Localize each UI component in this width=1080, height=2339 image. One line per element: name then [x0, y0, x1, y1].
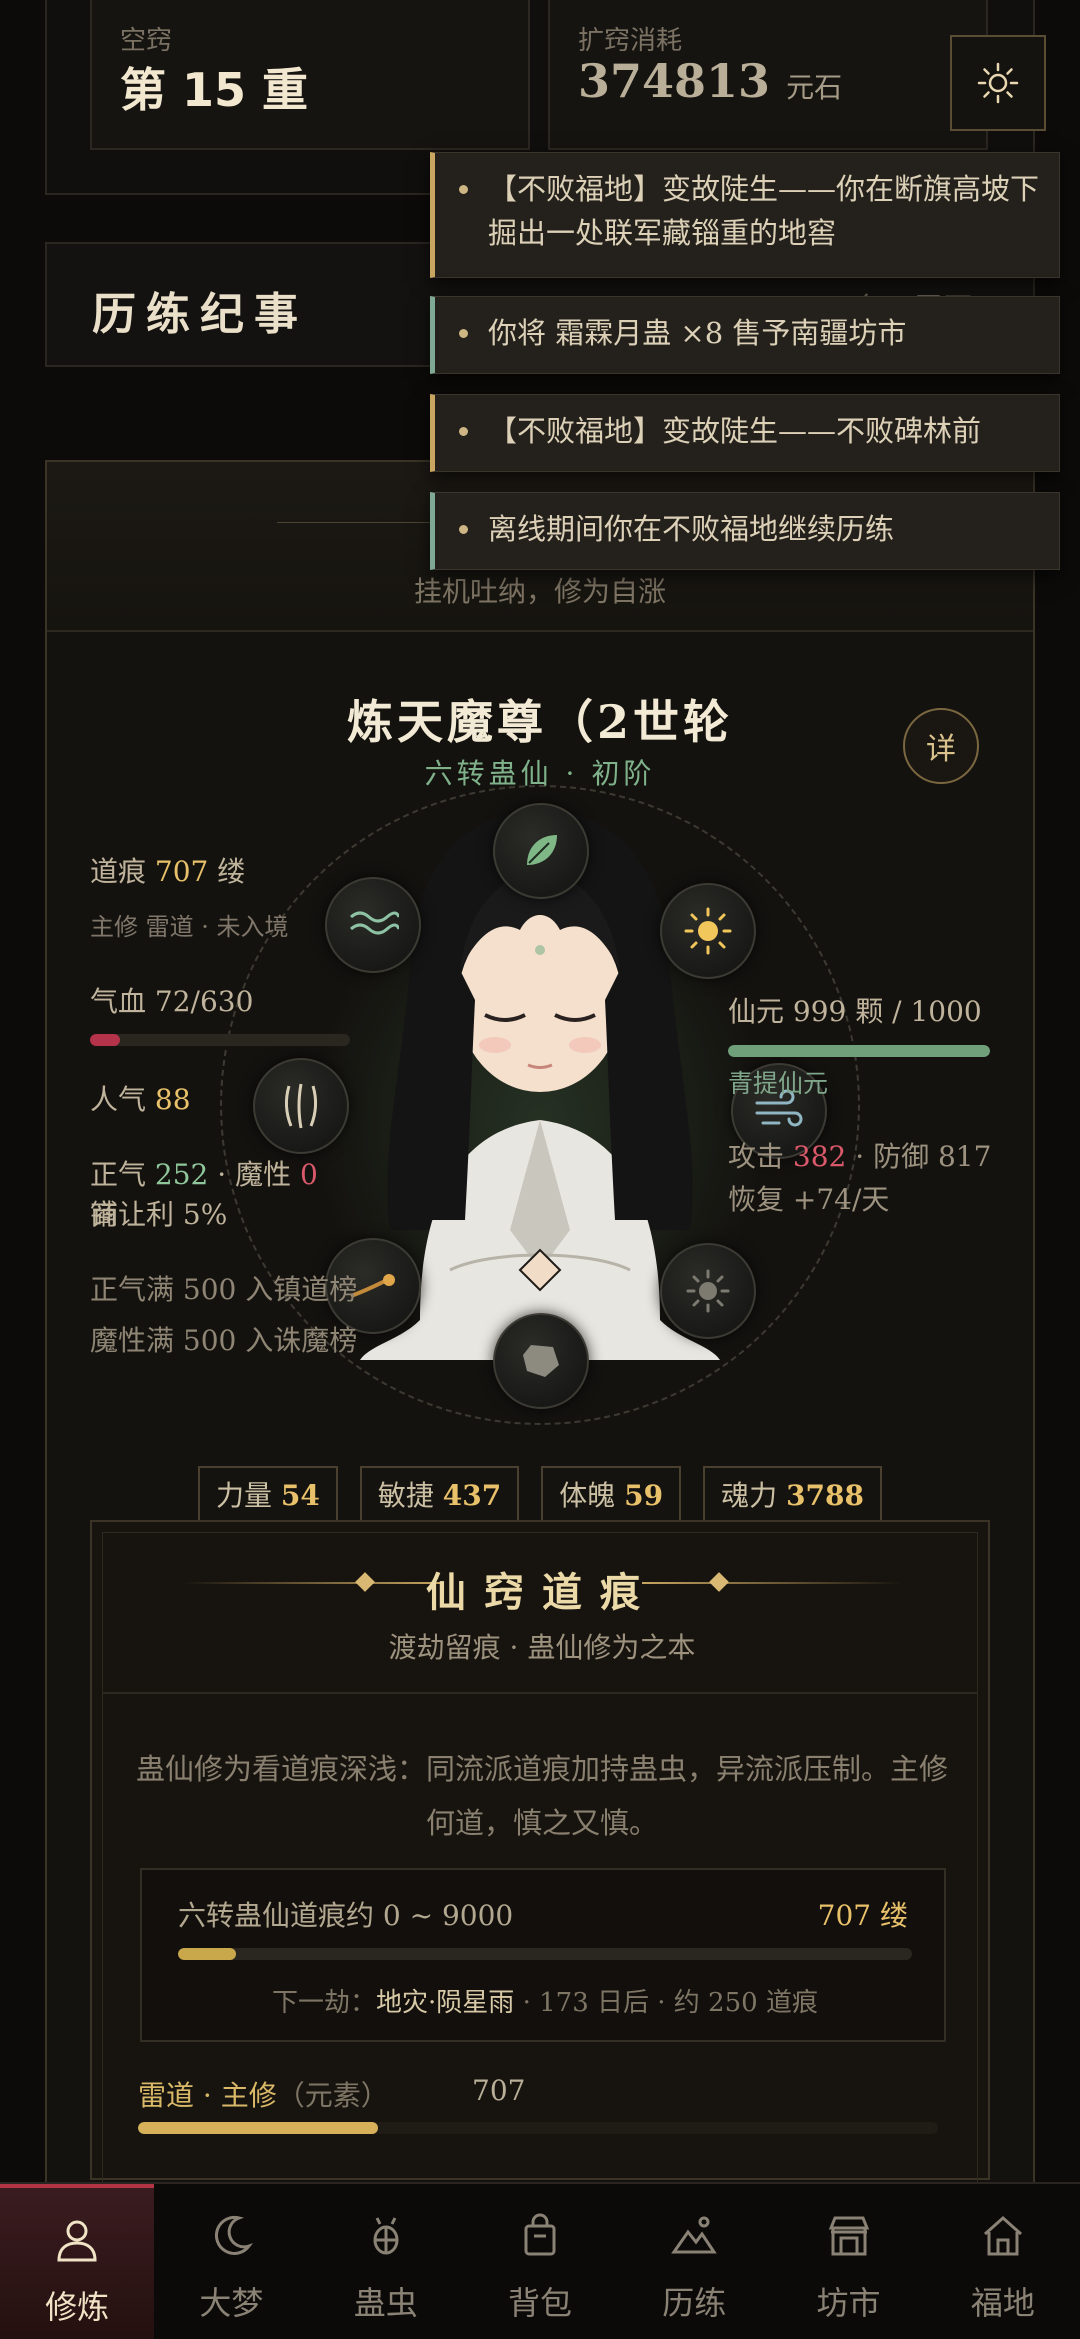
essence-name: 青提仙元: [728, 1069, 829, 1098]
dao-range-bar: [178, 1948, 912, 1960]
dao-range-box: 六转蛊仙道痕约 0 ~ 9000 707 缕 下一劫：地灾·陨星雨 · 173 …: [140, 1868, 946, 2042]
dao-range-bar-fill: [178, 1948, 236, 1960]
water-orb[interactable]: [325, 877, 421, 973]
recover-stat: 恢复 +74/天: [728, 1183, 890, 1216]
attr-strength: 力量 54: [197, 1466, 338, 1522]
settings-button[interactable]: [950, 35, 1046, 131]
nav-cultivate[interactable]: 修炼: [0, 2184, 155, 2339]
dao-range-label: 六转蛊仙道痕约 0 ~ 9000: [178, 1899, 514, 1932]
expand-cost-label: 扩窍消耗: [578, 26, 683, 56]
attr-constitution: 体魄 59: [541, 1466, 682, 1522]
toast-3[interactable]: 【不败福地】变故陡生——不败碑林前: [430, 394, 1060, 472]
gear-orb[interactable]: [660, 1243, 756, 1339]
nav-blessed-land[interactable]: 福地: [926, 2184, 1080, 2339]
claw-orb[interactable]: [253, 1058, 349, 1154]
main-path-stat: 主修 雷道 · 未入境: [90, 913, 289, 941]
toast-2[interactable]: 你将 霜霖月蛊 ×8 售予南疆坊市: [430, 296, 1060, 374]
claw-icon: [284, 1083, 318, 1129]
detail-button[interactable]: 详: [903, 708, 979, 784]
next-tribulation: 下一劫：地灾·陨星雨 · 173 日后 · 约 250 道痕: [272, 1988, 818, 2018]
attribute-row: 力量 54 敏捷 437 体魄 59 魂力 3788: [0, 1466, 1080, 1522]
dao-range-value: 707 缕: [817, 1899, 908, 1932]
dao-mark-section: 仙窍道痕 渡劫留痕 · 蛊仙修为之本 蛊仙修为看道痕深浅：同流派道痕加持蛊虫，异…: [90, 1520, 990, 2188]
home-icon: [983, 2215, 1022, 2256]
dim-sun-icon: [686, 1269, 730, 1313]
stone-icon: [523, 1345, 559, 1377]
chronicle-title: 历练纪事: [92, 289, 308, 340]
expand-cost-value: 374813 元石: [578, 54, 843, 108]
hp-stat: 气血 72/630: [90, 985, 254, 1018]
bag-icon: [524, 2213, 556, 2256]
aperture-value: 第 15 重: [120, 63, 309, 117]
sun-icon: [977, 62, 1019, 104]
path-value: 707: [472, 2074, 526, 2107]
nav-explore[interactable]: 历练: [617, 2184, 771, 2339]
nav-gu[interactable]: 蛊虫: [309, 2184, 463, 2339]
essence-bar-fill: [728, 1045, 990, 1057]
nav-dream[interactable]: 大梦: [154, 2184, 308, 2339]
leaf-orb[interactable]: [493, 803, 589, 899]
dao-section-subtitle: 渡劫留痕 · 蛊仙修为之本: [388, 1631, 696, 1664]
path-label: 雷道 · 主修（元素）: [138, 2079, 389, 2112]
shop-icon: [828, 2216, 869, 2256]
demonic-rule: 魔性满 500 入诛魔榜: [90, 1324, 358, 1357]
expand-cost-card: 扩窍消耗 374813 元石: [548, 0, 988, 150]
wave-icon: [350, 911, 399, 935]
dao-section-description: 蛊仙修为看道痕深浅：同流派道痕加持蛊虫，异流派压制。主修何道，慎之又慎。: [135, 1752, 948, 1840]
dao-section-title: 仙窍道痕: [426, 1569, 658, 1616]
person-icon: [57, 2220, 97, 2262]
essence-stat: 仙元 999 颗 / 1000: [728, 995, 982, 1028]
attack-stat: 攻击 382 · 防御 817: [728, 1140, 992, 1173]
shop-discount-stat: 铺让利 5%: [90, 1198, 228, 1231]
aperture-label: 空窍: [120, 26, 173, 56]
attr-soul: 魂力 3788: [703, 1466, 882, 1522]
fame-stat: 人气 88: [90, 1083, 191, 1116]
path-bar: [138, 2122, 938, 2134]
radiant-sun-icon: [684, 907, 732, 955]
section-divider: [102, 1692, 978, 1694]
hp-bar: [90, 1034, 350, 1046]
attr-agility: 敏捷 437: [359, 1466, 520, 1522]
nav-market[interactable]: 坊市: [771, 2184, 925, 2339]
stone-orb[interactable]: [493, 1313, 589, 1409]
righteous-rule: 正气满 500 入镇道榜: [90, 1273, 358, 1306]
essence-bar: [728, 1045, 990, 1057]
toast-1[interactable]: 【不败福地】变故陡生——你在断旗高坡下掘出一处联军藏锱重的地窖: [430, 152, 1060, 278]
path-bar-fill: [138, 2122, 378, 2134]
moon-icon: [215, 2215, 254, 2255]
dao-mark-stat: 道痕 707 缕: [90, 855, 246, 888]
aperture-card: 空窍 第 15 重: [90, 0, 530, 150]
toast-4[interactable]: 离线期间你在不败福地继续历练: [430, 492, 1060, 570]
leaf-icon: [527, 835, 557, 865]
sun-orb[interactable]: [660, 883, 756, 979]
panel-subtitle: 挂机吐纳，修为自涨: [413, 575, 666, 608]
hp-bar-fill: [90, 1034, 120, 1046]
mountain-icon: [671, 2216, 718, 2254]
bottom-nav: 修炼 大梦 蛊虫 背包 历练 坊市 福地: [0, 2182, 1080, 2339]
bug-icon: [373, 2217, 399, 2255]
nav-bag[interactable]: 背包: [463, 2184, 617, 2339]
